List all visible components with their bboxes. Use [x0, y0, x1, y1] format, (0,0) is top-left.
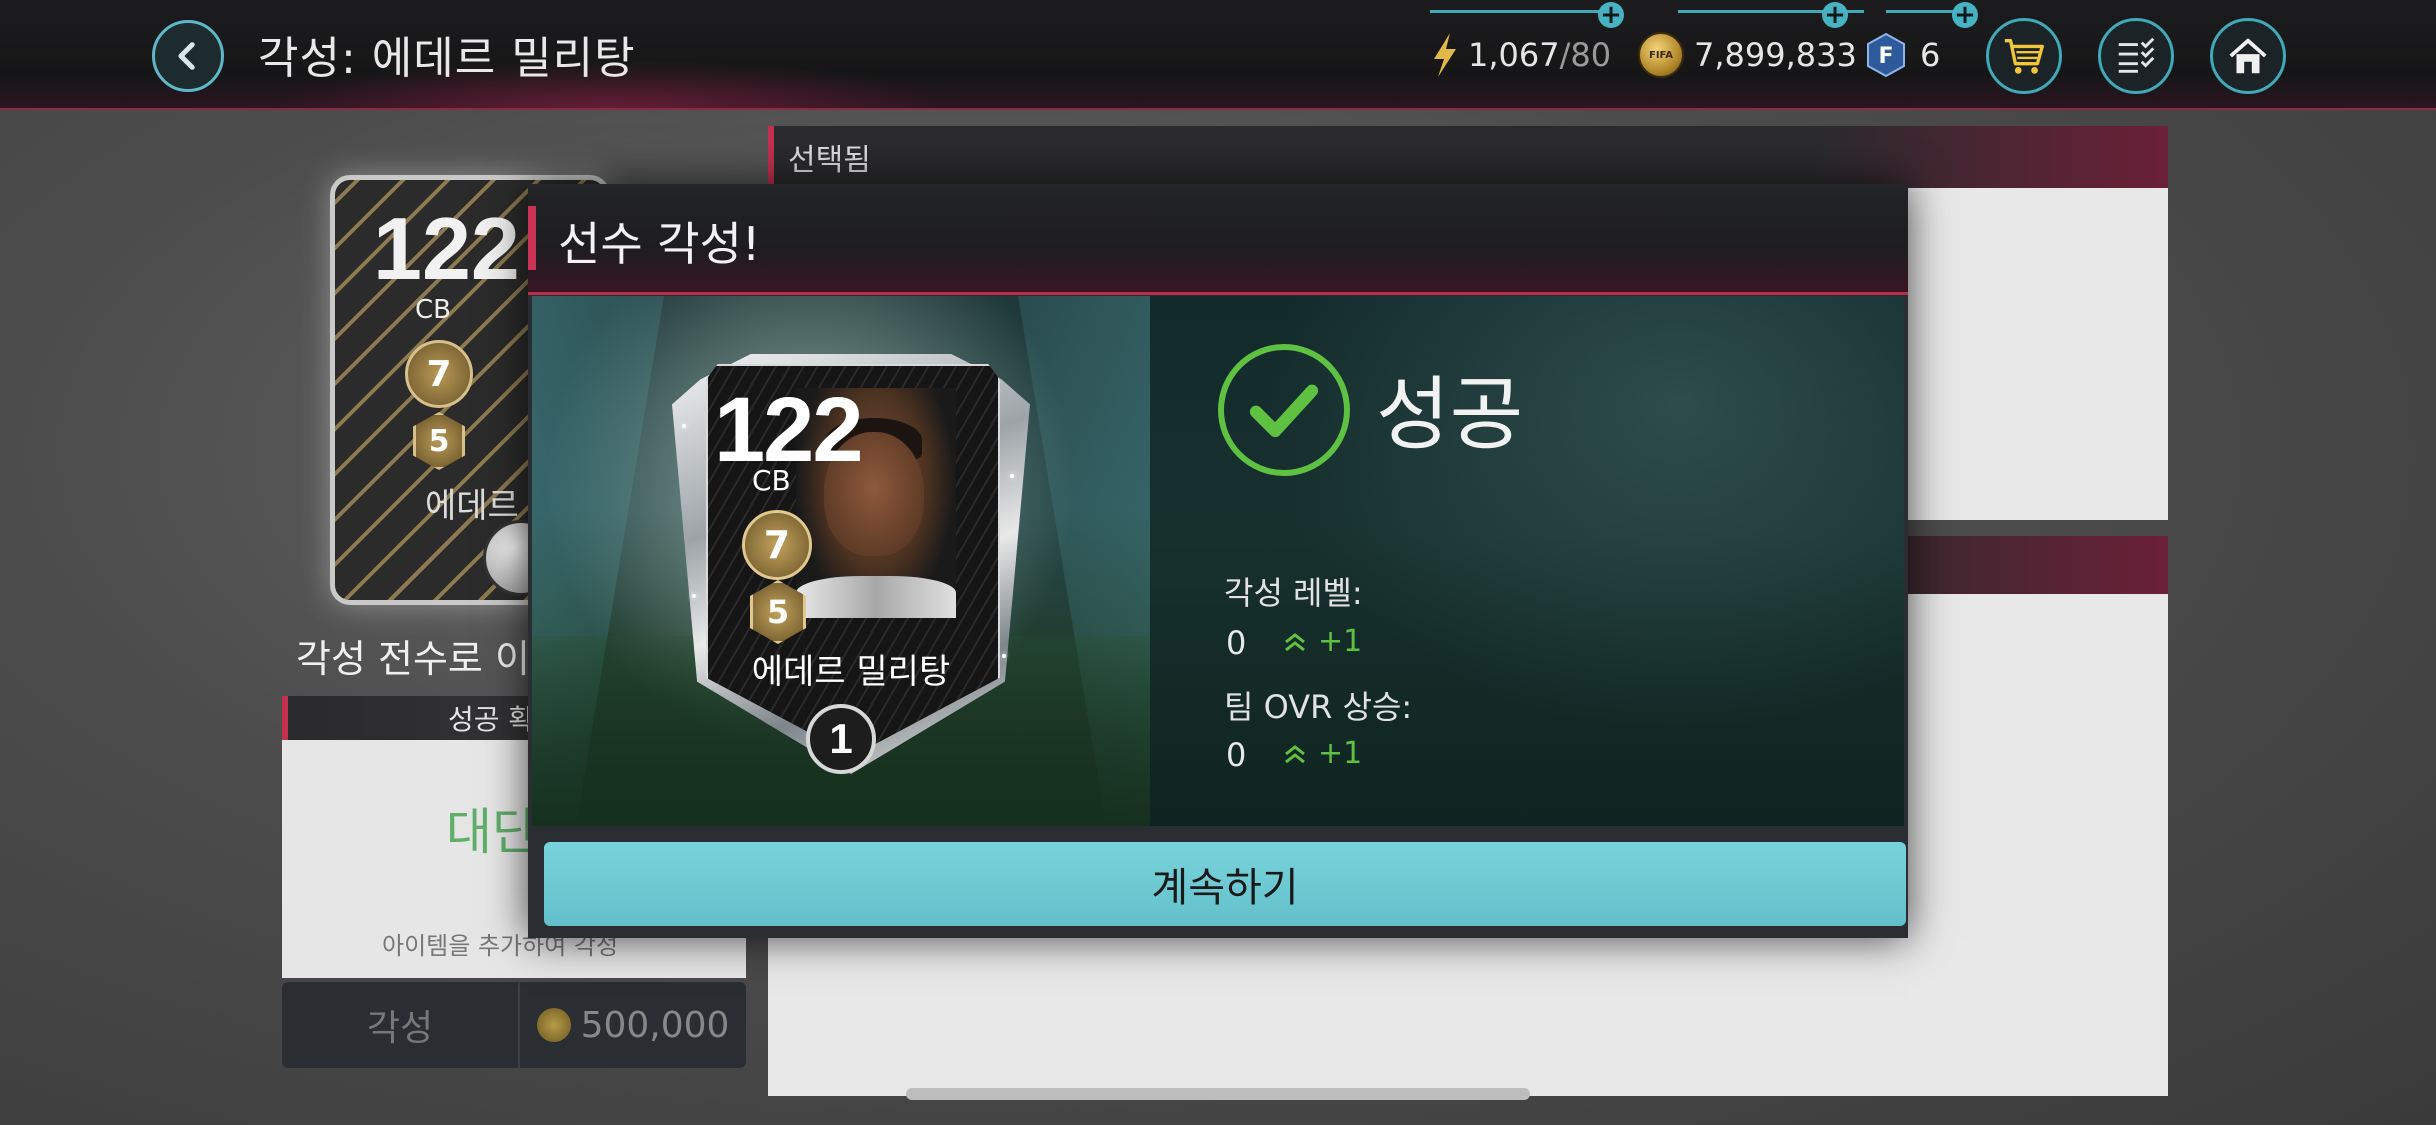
- sparkle: [692, 594, 696, 598]
- modal-title: 선수 각성!: [558, 217, 761, 271]
- success-check-icon: [1218, 344, 1350, 476]
- back-button[interactable]: [152, 20, 224, 92]
- cart-icon: [2004, 38, 2044, 74]
- card-position: CB: [752, 464, 791, 497]
- coin-icon: FIFA: [1638, 32, 1684, 78]
- home-icon: [2229, 38, 2267, 74]
- fifa-points-icon: F: [1867, 32, 1905, 78]
- stamina-max: /80: [1559, 36, 1612, 74]
- awaken-button[interactable]: 각성: [282, 982, 520, 1068]
- team-ovr-increase-value: +1: [1318, 736, 1363, 771]
- player-shirt: [796, 576, 956, 618]
- back-icon: [178, 42, 195, 70]
- fifa-points-amount: 6: [1920, 36, 1941, 74]
- objectives-button[interactable]: [2098, 18, 2174, 94]
- team-ovr-label: 팀 OVR 상승:: [1224, 688, 1413, 726]
- team-ovr-increase: +1: [1284, 736, 1362, 771]
- checklist-icon: [2118, 37, 2155, 73]
- coin-amount: 7,899,833: [1694, 36, 1857, 74]
- stamina-counter: + 1,067/80: [1430, 2, 1624, 80]
- awaken-level-label: 각성 레벨:: [1224, 574, 1363, 612]
- page-title: 각성: 에데르 밀리탕: [258, 33, 636, 84]
- rank-badge: 7: [742, 510, 812, 580]
- lightning-icon: [1434, 33, 1456, 77]
- rank-badge: 7: [405, 340, 473, 408]
- fifa-points-counter: + F 6: [1866, 2, 1978, 80]
- add-fifa-points-button[interactable]: +: [1952, 2, 1978, 28]
- add-coins-button[interactable]: +: [1822, 2, 1848, 28]
- double-chevron-up-icon: [1285, 744, 1305, 763]
- awaken-level-value: 0: [1226, 624, 1247, 662]
- card-position: CB: [415, 295, 451, 325]
- awaken-cost-value: 500,000: [580, 1004, 730, 1046]
- home-button[interactable]: [2210, 18, 2286, 94]
- coin-counter: + FIFA 7,899,833: [1638, 2, 1864, 80]
- top-bar: 각성: 에데르 밀리탕 + 1,067/80 + FIFA 7,899,833 …: [0, 0, 2436, 110]
- awaken-button-group: 각성 500,000: [282, 982, 746, 1068]
- svg-text:F: F: [1878, 44, 1893, 69]
- awaken-caption: 각성 전수로 이: [296, 637, 530, 681]
- stamina-current: 1,067: [1468, 36, 1560, 74]
- store-button[interactable]: [1986, 18, 2062, 94]
- selected-header: 선택됨: [768, 126, 2168, 188]
- team-ovr-value: 0: [1226, 736, 1247, 774]
- result-text: 성공: [1376, 368, 1524, 461]
- awaken-level-increase: +1: [1284, 624, 1362, 659]
- add-stamina-button[interactable]: +: [1598, 2, 1624, 28]
- coin-icon: [536, 1008, 571, 1042]
- card-rating: 122: [373, 199, 520, 298]
- sparkle: [1010, 474, 1014, 478]
- continue-button[interactable]: 계속하기: [544, 842, 1906, 926]
- success-rate-value: 대단: [446, 803, 538, 861]
- awaken-level-badge: 1: [806, 704, 876, 774]
- sparkle: [682, 424, 686, 428]
- awaken-level-increase-value: +1: [1318, 624, 1363, 659]
- awakened-player-card: 122 CB 7 5 에데르 밀리탕 1: [672, 354, 1030, 774]
- modal-header: 선수 각성!: [528, 184, 1908, 295]
- card-player-name: 에데르 밀리탕: [751, 652, 951, 692]
- scrollbar[interactable]: [906, 1088, 1530, 1100]
- double-chevron-up-icon: [1285, 632, 1305, 651]
- header-accent: [528, 206, 536, 270]
- stamina-bar: [1430, 10, 1610, 13]
- awaken-cost[interactable]: 500,000: [520, 982, 746, 1068]
- level-badge: 5: [413, 412, 465, 470]
- sparkle: [1002, 654, 1006, 658]
- checkmark-icon: [1249, 384, 1319, 438]
